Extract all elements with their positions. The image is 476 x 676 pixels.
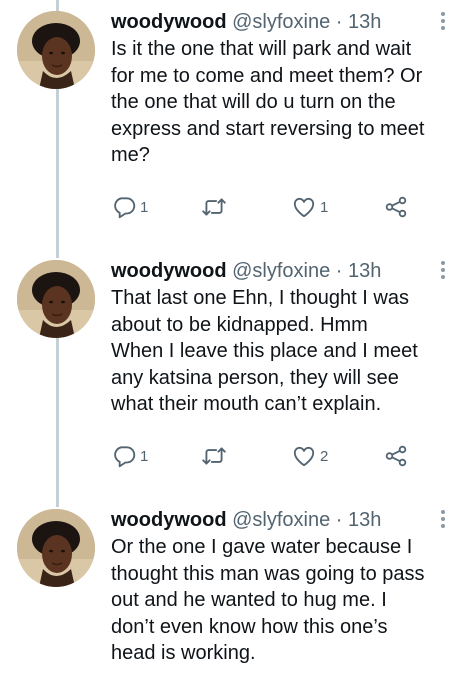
tweet-text-line: out and he wanted to hug me. I [111, 589, 387, 611]
tweet-text-line: what their mouth can’t explain. [111, 393, 382, 415]
retweet-icon [201, 443, 227, 469]
timestamp[interactable]: 13h [348, 509, 381, 531]
tweet-text: That last one Ehn, I thought I was about… [111, 285, 471, 418]
tweet-text-line: thought this man was going to pass [111, 562, 425, 585]
reply-icon [111, 194, 137, 220]
tweet-text-line: about to be kidnapped. Hmm [111, 313, 368, 336]
tweet-text-line: When I leave this place and I meet [111, 340, 418, 362]
thread-line [56, 0, 59, 11]
tweet-header: woodywood @slyfoxine · 13h [111, 9, 381, 35]
tweet-text-line: That last one Ehn, I thought I was [111, 287, 409, 309]
reply-button[interactable]: 1 [111, 194, 148, 220]
like-icon [291, 443, 317, 469]
separator-dot: · [335, 260, 343, 282]
avatar[interactable] [17, 509, 95, 587]
share-icon [383, 443, 409, 469]
retweet-button[interactable] [201, 194, 227, 220]
timestamp[interactable]: 13h [348, 11, 381, 33]
reply-icon [111, 443, 137, 469]
tweet-text-line: me? [111, 144, 150, 166]
author-handle[interactable]: @slyfoxine [232, 11, 330, 33]
tweet-actions: 1 2 [111, 443, 441, 469]
tweet-text-line: the one that will do u turn on the [111, 91, 396, 113]
tweet-text-line: any katsina person, they will see [111, 366, 399, 389]
tweet-text-line: head is working. [111, 642, 256, 664]
tweet-header: woodywood @slyfoxine · 13h [111, 258, 381, 284]
thread-line [56, 89, 59, 258]
author-handle[interactable]: @slyfoxine [232, 260, 330, 282]
separator-dot: · [335, 509, 343, 531]
tweet-header: woodywood @slyfoxine · 13h [111, 507, 381, 533]
author-handle[interactable]: @slyfoxine [232, 509, 330, 531]
author-name[interactable]: woodywood [111, 11, 227, 33]
author-name[interactable]: woodywood [111, 509, 227, 531]
like-button[interactable]: 2 [291, 443, 328, 469]
reply-count: 1 [140, 447, 149, 465]
more-vertical-icon[interactable] [436, 258, 450, 282]
author-name[interactable]: woodywood [111, 260, 227, 282]
timestamp[interactable]: 13h [348, 260, 381, 282]
separator-dot: · [335, 11, 343, 33]
tweet-text: Is it the one that will park and wait fo… [111, 36, 471, 169]
reply-button[interactable]: 1 [111, 443, 148, 469]
tweet-text-line: Or the one I gave water because I [111, 536, 413, 558]
share-button[interactable] [383, 443, 409, 469]
like-button[interactable]: 1 [291, 194, 328, 220]
tweet-text-line: for me to come and meet them? Or [111, 64, 423, 87]
retweet-button[interactable] [201, 443, 227, 469]
avatar[interactable] [17, 11, 95, 89]
tweet-text-line: don’t even know how this one’s [111, 615, 388, 638]
tweet-actions: 1 1 [111, 194, 441, 220]
tweet-text: Or the one I gave water because I though… [111, 534, 471, 667]
avatar[interactable] [17, 260, 95, 338]
more-vertical-icon[interactable] [436, 507, 450, 531]
tweet-text-line: Is it the one that will park and wait [111, 38, 412, 60]
retweet-icon [201, 194, 227, 220]
reply-count: 1 [140, 198, 149, 216]
share-button[interactable] [383, 194, 409, 220]
thread-line [56, 338, 59, 507]
more-vertical-icon[interactable] [436, 9, 450, 33]
share-icon [383, 194, 409, 220]
like-count: 1 [320, 198, 329, 216]
tweet-text-line: express and start reversing to meet [111, 117, 425, 140]
like-icon [291, 194, 317, 220]
like-count: 2 [320, 447, 329, 465]
